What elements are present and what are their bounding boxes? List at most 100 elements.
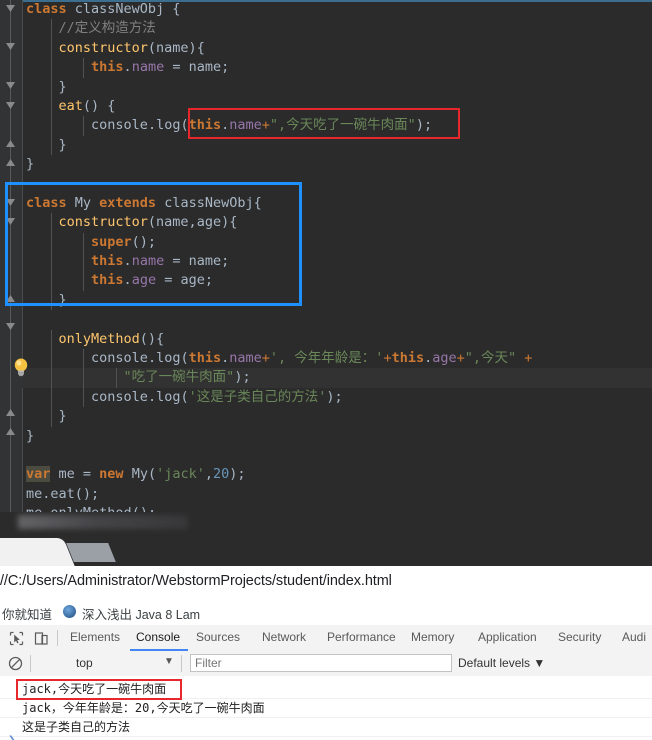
code-token: name — [229, 350, 262, 367]
browser-address-bar[interactable]: //C:/Users/Administrator/WebstormProject… — [0, 566, 652, 601]
browser-tabstrip[interactable]: × — [0, 536, 652, 566]
code-token: ",今天" — [464, 350, 517, 367]
console-message: jack,今天吃了一碗牛肉面 — [0, 680, 652, 699]
devtools-tab-audi[interactable]: Audi — [622, 630, 646, 644]
console-filter-bar[interactable]: top ▼ Default levels ▼ — [0, 651, 652, 677]
code-token: //定义构造方法 — [58, 20, 156, 37]
indent-guide — [83, 271, 84, 291]
blurred-title-text — [18, 515, 188, 529]
console-context-selector[interactable]: top ▼ — [36, 654, 176, 673]
code-token: new — [99, 466, 124, 483]
code-token: ', 今年年龄是：' — [269, 350, 384, 367]
code-token: + — [456, 350, 465, 367]
fold-marker-icon[interactable] — [4, 156, 17, 169]
console-output[interactable]: jack,今天吃了一碗牛肉面 jack，今年年龄是：20,今天吃了一碗牛肉面 这是子… — [0, 676, 652, 740]
address-bar-url[interactable]: //C:/Users/Administrator/WebstormProject… — [0, 573, 392, 589]
code-line: this.name = name; — [22, 252, 652, 272]
fold-marker-icon[interactable] — [4, 425, 17, 438]
fold-marker-icon[interactable] — [4, 137, 17, 150]
new-tab-button[interactable] — [66, 543, 116, 562]
code-line: class classNewObj { — [22, 0, 652, 19]
code-token: class — [26, 1, 67, 17]
chevron-down-icon: ▼ — [164, 656, 174, 667]
code-line: } — [22, 135, 652, 156]
indent-guide — [83, 58, 84, 78]
intention-lightbulb-icon[interactable] — [12, 357, 30, 377]
console-prompt-icon[interactable]: ❯ — [8, 733, 16, 740]
fold-marker-icon[interactable] — [4, 292, 17, 305]
browser-tab-active[interactable]: × — [0, 538, 60, 566]
indent-guide — [115, 368, 117, 388]
code-editor[interactable]: class classNewObj { //定义构造方法 constructor… — [0, 0, 652, 512]
code-text-area[interactable]: class classNewObj { //定义构造方法 constructor… — [22, 0, 652, 512]
indent-guide — [50, 368, 52, 388]
code-token: , — [204, 466, 213, 483]
bookmark-item[interactable]: 深入浅出 Java 8 Lam — [82, 604, 200, 623]
clear-console-icon[interactable] — [8, 656, 23, 671]
fold-marker-icon[interactable] — [4, 40, 17, 53]
devtools-tab-security[interactable]: Security — [558, 630, 601, 644]
code-line: console.log(this.name+', 今年年龄是：'+this.ag… — [22, 349, 652, 369]
code-token: ); — [234, 369, 251, 386]
fold-marker-icon[interactable] — [4, 320, 17, 333]
indent-guide — [50, 19, 52, 39]
indent-guide — [83, 349, 84, 369]
indent-guide — [50, 387, 52, 408]
code-token: = name; — [164, 59, 230, 76]
devtools-tab-performance[interactable]: Performance — [327, 630, 396, 644]
code-token: console — [91, 117, 148, 134]
console-levels-dropdown[interactable]: Default levels ▼ — [458, 656, 545, 670]
code-token: + — [261, 350, 270, 367]
devtools-tab-sources[interactable]: Sources — [196, 630, 240, 644]
indent-guide — [50, 116, 52, 136]
bookmark-favicon-icon — [63, 605, 76, 618]
fold-marker-icon[interactable] — [4, 99, 17, 112]
code-token: classNewObj{ — [156, 194, 262, 211]
devtools-tabbar[interactable]: Elements Console Sources Network Performance… — [0, 625, 652, 652]
filterbar-divider — [181, 655, 182, 672]
device-toolbar-icon[interactable] — [33, 630, 50, 647]
bookmark-item[interactable]: 你就知道 — [2, 604, 52, 623]
code-token: name — [131, 253, 165, 270]
code-token: (); — [132, 505, 156, 512]
code-token: (){ — [139, 330, 165, 347]
devtools-tab-application[interactable]: Application — [478, 630, 537, 644]
code-line: me.eat(); — [22, 485, 652, 504]
devtools-tab-memory[interactable]: Memory — [411, 630, 454, 644]
inspect-element-icon[interactable] — [8, 630, 25, 647]
code-token: "吃了一碗牛肉面" — [123, 369, 235, 386]
indent-guide — [83, 387, 84, 408]
tab-close-icon[interactable]: × — [0, 543, 1, 561]
code-token: + — [383, 350, 392, 367]
devtools-tab-network[interactable]: Network — [262, 630, 306, 644]
indent-guide — [50, 38, 52, 59]
console-filter-input[interactable] — [190, 654, 452, 672]
bookmarks-bar[interactable]: 你就知道 深入浅出 Java 8 Lam — [0, 600, 652, 626]
indent-guide — [50, 407, 52, 427]
code-token: + — [261, 117, 270, 134]
devtools-tab-elements[interactable]: Elements — [70, 630, 120, 644]
code-token: eat — [58, 97, 83, 114]
code-token: ( — [180, 388, 189, 405]
devtools-panel[interactable]: Elements Console Sources Network Performance… — [0, 625, 652, 740]
fold-marker-icon[interactable] — [4, 79, 17, 92]
fold-marker-icon[interactable] — [4, 196, 17, 209]
code-token: . — [147, 388, 157, 405]
code-token: . — [424, 350, 433, 367]
devtools-tab-console[interactable]: Console — [136, 630, 180, 644]
fold-marker-icon[interactable] — [4, 2, 17, 15]
fold-marker-icon[interactable] — [4, 406, 17, 419]
chrome-browser-window[interactable]: × //C:/Users/Administrator/WebstormProje… — [0, 512, 652, 740]
fold-marker-icon[interactable] — [4, 215, 17, 228]
indent-guide — [83, 116, 84, 136]
